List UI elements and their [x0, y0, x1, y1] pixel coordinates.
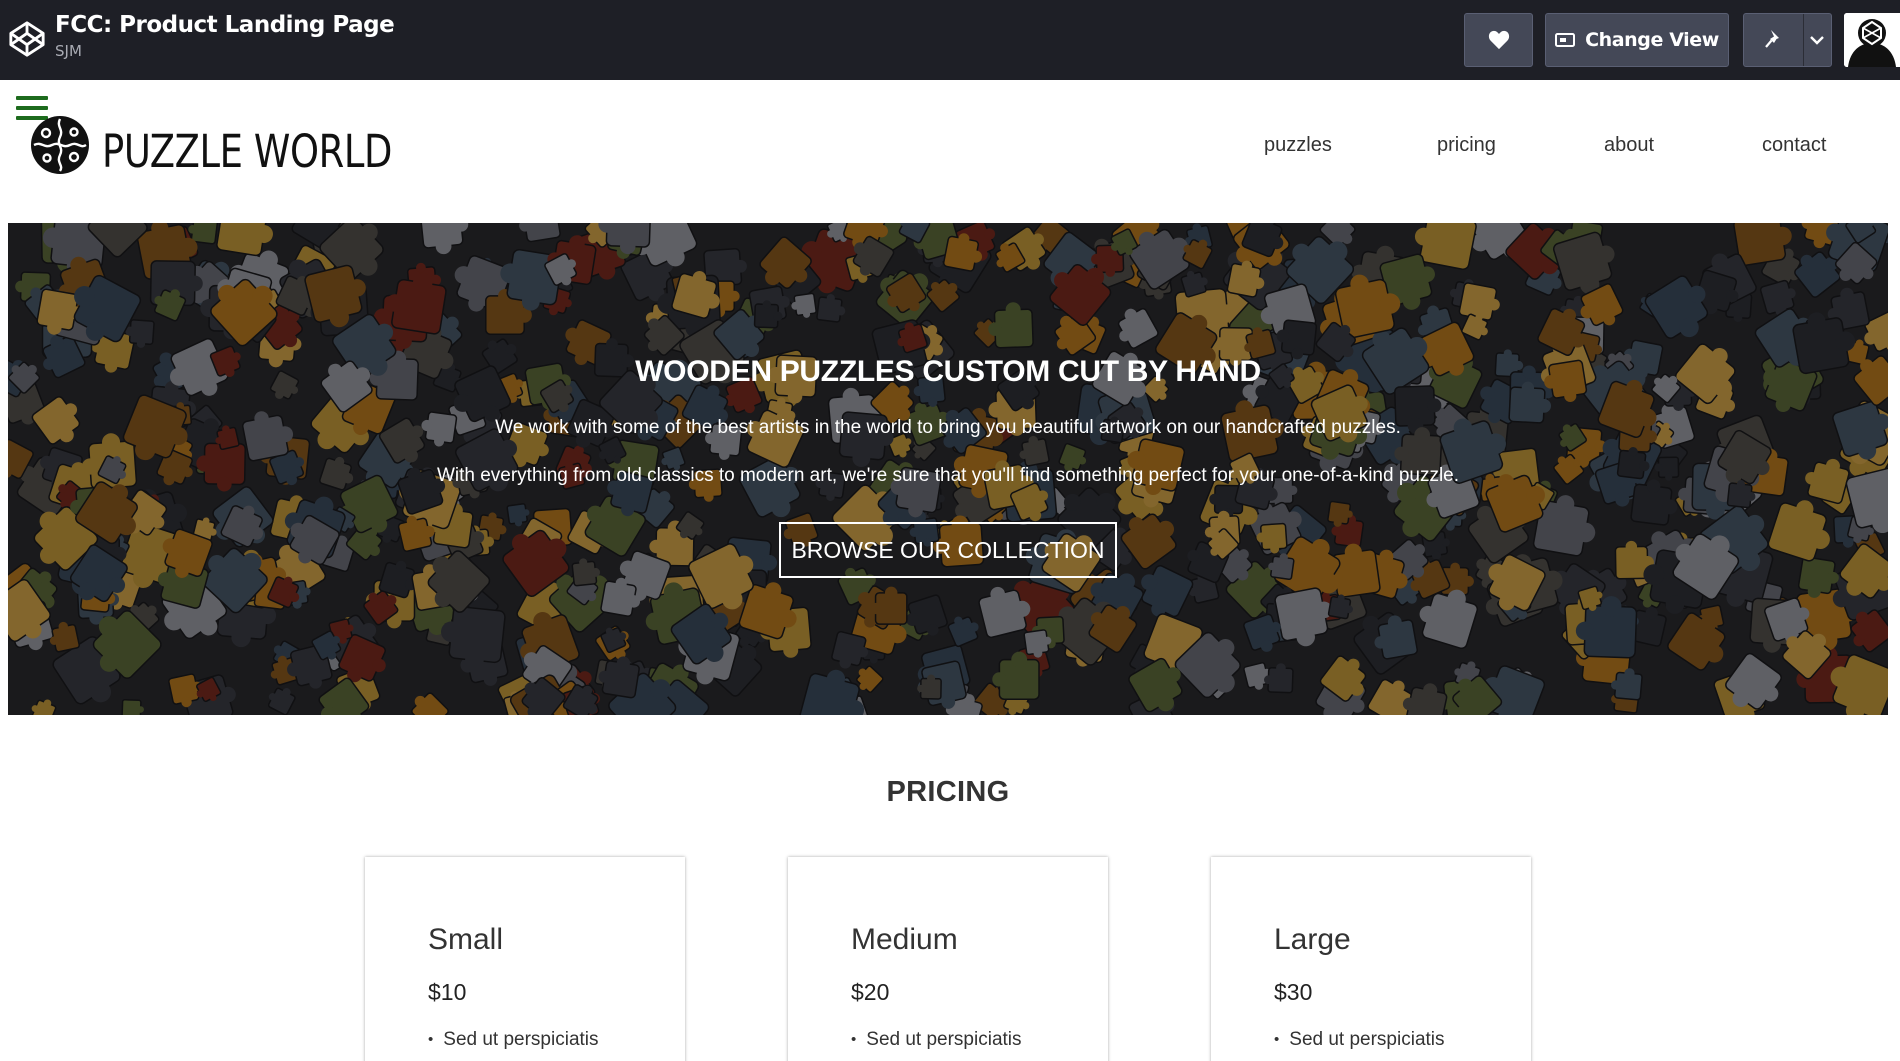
card-price: $10 — [428, 979, 467, 1005]
nav-link-contact[interactable]: contact — [1762, 134, 1826, 157]
main-nav: puzzles pricing about contact — [1230, 134, 1870, 164]
pricing-card-medium[interactable]: Medium $20 Sed ut perspiciatis — [788, 857, 1108, 1061]
pen-author[interactable]: SJM — [55, 42, 394, 60]
menu-bar — [16, 106, 48, 110]
card-feature: Sed ut perspiciatis — [428, 1029, 598, 1051]
card-name: Medium — [851, 923, 958, 956]
hero-content: WOODEN PUZZLES CUSTOM CUT BY HAND We wor… — [8, 223, 1888, 715]
avatar[interactable] — [1844, 13, 1900, 67]
pin-icon — [1765, 30, 1779, 48]
card-price: $20 — [851, 979, 890, 1005]
nav-link-about[interactable]: about — [1604, 134, 1654, 157]
browse-collection-button[interactable]: BROWSE OUR COLLECTION — [779, 522, 1117, 578]
pricing-card-large[interactable]: Large $30 Sed ut perspiciatis — [1211, 857, 1531, 1061]
codepen-header: FCC: Product Landing Page SJM Change Vie… — [0, 0, 1900, 80]
hero-section: WOODEN PUZZLES CUSTOM CUT BY HAND We wor… — [8, 223, 1888, 715]
pen-title-block: FCC: Product Landing Page SJM — [55, 12, 395, 60]
change-view-label: Change View — [1585, 29, 1719, 51]
brand-name[interactable]: PUZZLE WORLD — [102, 122, 392, 182]
hero-paragraph-2: With everything from old classics to mod… — [436, 465, 1460, 486]
pin-button[interactable] — [1743, 13, 1832, 67]
card-name: Large — [1274, 923, 1351, 956]
card-name: Small — [428, 923, 504, 956]
pricing-title: PRICING — [886, 776, 1010, 808]
like-button[interactable] — [1464, 13, 1533, 67]
change-view-icon — [1555, 33, 1576, 47]
nav-link-pricing[interactable]: pricing — [1437, 134, 1496, 157]
hero-title: WOODEN PUZZLES CUSTOM CUT BY HAND — [635, 355, 1261, 388]
hero-paragraph-1: We work with some of the best artists in… — [495, 417, 1401, 438]
menu-bar — [16, 96, 48, 100]
heart-icon — [1488, 30, 1509, 50]
nav-link-puzzles[interactable]: puzzles — [1264, 134, 1332, 157]
card-feature: Sed ut perspiciatis — [1274, 1029, 1444, 1051]
pin-divider — [1803, 14, 1804, 66]
card-feature: Sed ut perspiciatis — [851, 1029, 1021, 1051]
change-view-button[interactable]: Change View — [1545, 13, 1729, 67]
card-price: $30 — [1274, 979, 1313, 1005]
chevron-down-icon[interactable] — [1809, 35, 1825, 45]
pricing-card-small[interactable]: Small $10 Sed ut perspiciatis — [365, 857, 685, 1061]
codepen-logo-icon[interactable] — [8, 20, 46, 58]
pen-title[interactable]: FCC: Product Landing Page — [55, 12, 395, 38]
puzzle-logo-icon[interactable] — [30, 115, 90, 175]
